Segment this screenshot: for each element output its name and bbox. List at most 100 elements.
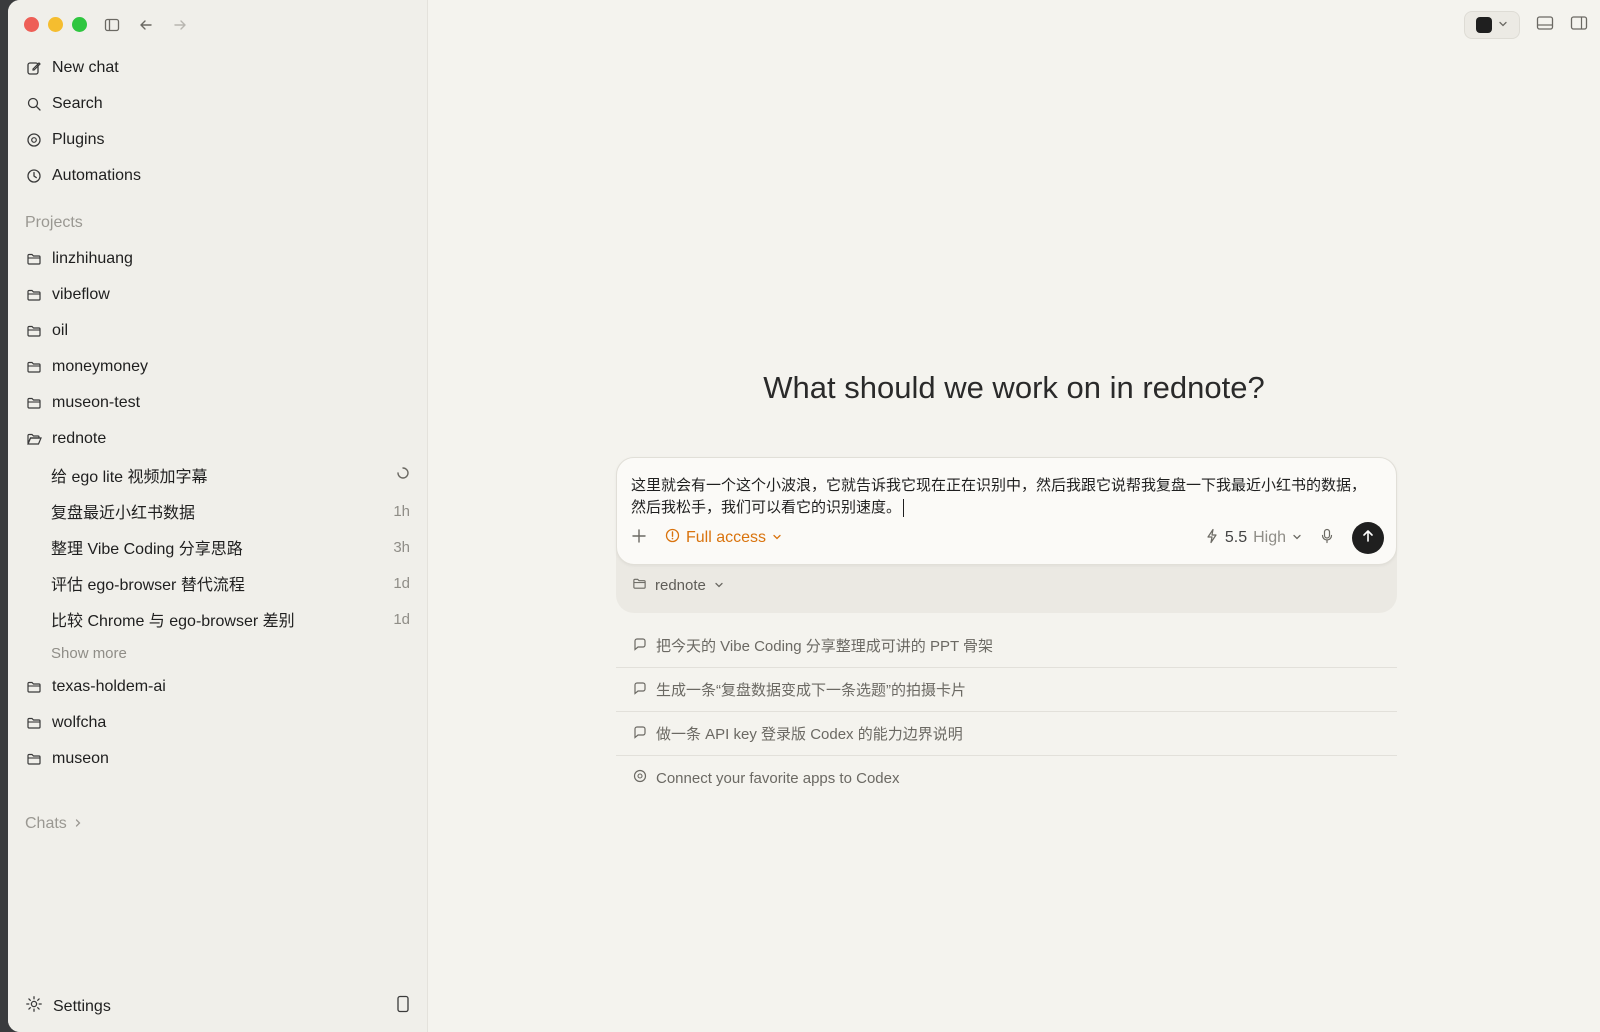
project-item[interactable]: texas-holdem-ai [8, 669, 427, 705]
chevron-right-icon [73, 815, 83, 833]
phone-icon[interactable] [396, 995, 410, 1018]
thread-title: 复盘最近小红书数据 [51, 505, 196, 522]
project-item[interactable]: museon-test [8, 385, 427, 421]
nav-label: Search [52, 95, 103, 112]
nav-label: New chat [52, 59, 119, 76]
suggestion-text: 生成一条“复盘数据变成下一条选题”的拍摄卡片 [656, 682, 966, 699]
composer-toolbar-right: 5.5 High [1205, 522, 1384, 554]
clock-icon [25, 167, 43, 185]
project-label: museon-test [52, 394, 141, 411]
chat-bubble-icon [632, 636, 648, 656]
chevron-down-icon [1292, 529, 1302, 547]
thread-time: 1d [393, 610, 410, 628]
project-item[interactable]: museon [8, 741, 427, 777]
thread-item[interactable]: 评估 ego-browser 替代流程 1d [8, 565, 427, 601]
nav-automations[interactable]: Automations [8, 158, 427, 194]
folder-icon [25, 750, 43, 768]
sidebar: New chat Search Plugins Automations Proj… [8, 0, 428, 1032]
right-panel-toggle-icon[interactable] [1570, 15, 1588, 36]
back-arrow-icon[interactable] [136, 15, 156, 35]
thread-title: 比较 Chrome 与 ego-browser 差别 [51, 613, 295, 630]
project-item[interactable]: wolfcha [8, 705, 427, 741]
project-picker[interactable]: rednote [632, 576, 724, 595]
window-controls [24, 17, 87, 32]
project-item[interactable]: vibeflow [8, 277, 427, 313]
folder-icon [25, 678, 43, 696]
thread-time: 1d [393, 574, 410, 592]
sidebar-toggle-icon[interactable] [102, 15, 122, 35]
chevron-down-icon [772, 529, 782, 547]
project-label: linzhihuang [52, 250, 133, 267]
zoom-window-button[interactable] [72, 17, 87, 32]
suggestion-item[interactable]: 做一条 API key 登录版 Codex 的能力边界说明 [616, 712, 1397, 756]
suggestion-item-connect-apps[interactable]: Connect your favorite apps to Codex [616, 756, 1397, 800]
folder-icon [25, 358, 43, 376]
suggestion-text: 把今天的 Vibe Coding 分享整理成可讲的 PPT 骨架 [656, 638, 994, 655]
composer-toolbar-left: Full access [631, 528, 782, 549]
project-label: wolfcha [52, 714, 107, 731]
settings-button[interactable]: Settings [25, 995, 111, 1018]
thread-item[interactable]: 比较 Chrome 与 ego-browser 差别 1d [8, 601, 427, 637]
minimize-window-button[interactable] [48, 17, 63, 32]
projects-section-label: Projects [25, 214, 83, 231]
access-mode-label: Full access [686, 529, 767, 546]
suggestion-text: 做一条 API key 登录版 Codex 的能力边界说明 [656, 726, 963, 743]
chat-bubble-icon [632, 724, 648, 744]
close-window-button[interactable] [24, 17, 39, 32]
prompt-input-text: 这里就会有一个这个小波浪，它就告诉我它现在正在识别中，然后我跟它说帮我复盘一下我… [631, 477, 1367, 516]
thread-item[interactable]: 给 ego lite 视频加字幕 [8, 457, 427, 493]
model-selector[interactable]: 5.5 High [1205, 528, 1302, 549]
composer-container: 这里就会有一个这个小波浪，它就告诉我它现在正在识别中，然后我跟它说帮我复盘一下我… [616, 457, 1397, 613]
project-label: texas-holdem-ai [52, 678, 166, 695]
project-picker-label: rednote [655, 577, 706, 594]
show-more-link[interactable]: Show more [8, 637, 427, 669]
plus-icon[interactable] [631, 528, 647, 549]
suggestion-item[interactable]: 把今天的 Vibe Coding 分享整理成可讲的 PPT 骨架 [616, 624, 1397, 668]
suggestion-list: 把今天的 Vibe Coding 分享整理成可讲的 PPT 骨架 生成一条“复盘… [616, 624, 1397, 800]
project-label: rednote [52, 430, 107, 447]
folder-icon [25, 394, 43, 412]
chats-section-toggle[interactable]: Chats [25, 815, 83, 833]
forward-arrow-icon[interactable] [170, 15, 190, 35]
folder-icon [25, 286, 43, 304]
composer: 这里就会有一个这个小波浪，它就告诉我它现在正在识别中，然后我跟它说帮我复盘一下我… [616, 457, 1397, 565]
chevron-down-icon [1498, 16, 1508, 34]
chat-bubble-icon [632, 680, 648, 700]
folder-open-icon [25, 430, 43, 448]
folder-icon [25, 714, 43, 732]
model-version: 5.5 [1224, 529, 1248, 546]
nav-new-chat[interactable]: New chat [8, 50, 427, 86]
nav-search[interactable]: Search [8, 86, 427, 122]
folder-icon [25, 250, 43, 268]
project-item[interactable]: oil [8, 313, 427, 349]
folder-icon [632, 576, 647, 595]
send-button[interactable] [1352, 522, 1384, 554]
nav-plugins[interactable]: Plugins [8, 122, 427, 158]
reasoning-effort: High [1253, 529, 1286, 546]
page-heading: What should we work on in rednote? [763, 370, 1265, 405]
settings-label: Settings [53, 997, 111, 1015]
prompt-input[interactable]: 这里就会有一个这个小波浪，它就告诉我它现在正在识别中，然后我跟它说帮我复盘一下我… [631, 475, 1374, 519]
project-item-rednote[interactable]: rednote [8, 421, 427, 457]
microphone-icon[interactable] [1320, 528, 1334, 549]
suggestion-item[interactable]: 生成一条“复盘数据变成下一条选题”的拍摄卡片 [616, 668, 1397, 712]
composer-toolbar: Full access 5.5 High [631, 522, 1384, 554]
gear-icon [25, 995, 43, 1018]
terminal-panel-icon[interactable] [1536, 15, 1554, 36]
thread-item[interactable]: 复盘最近小红书数据 1h [8, 493, 427, 529]
chevron-down-icon [714, 577, 724, 594]
project-list: linzhihuang vibeflow oil moneymoney muse… [8, 241, 427, 777]
project-label: moneymoney [52, 358, 149, 375]
project-label: museon [52, 750, 109, 767]
main-pane: What should we work on in rednote? 这里就会有… [428, 0, 1600, 1032]
project-item[interactable]: linzhihuang [8, 241, 427, 277]
thread-title: 给 ego lite 视频加字幕 [51, 469, 208, 486]
access-mode-dropdown[interactable]: Full access [665, 528, 782, 548]
open-in-app-button[interactable] [1464, 11, 1520, 39]
project-item[interactable]: moneymoney [8, 349, 427, 385]
project-label: oil [52, 322, 69, 339]
plugin-icon [632, 768, 648, 788]
chats-section-label: Chats [25, 815, 67, 832]
folder-icon [25, 322, 43, 340]
thread-item[interactable]: 整理 Vibe Coding 分享思路 3h [8, 529, 427, 565]
